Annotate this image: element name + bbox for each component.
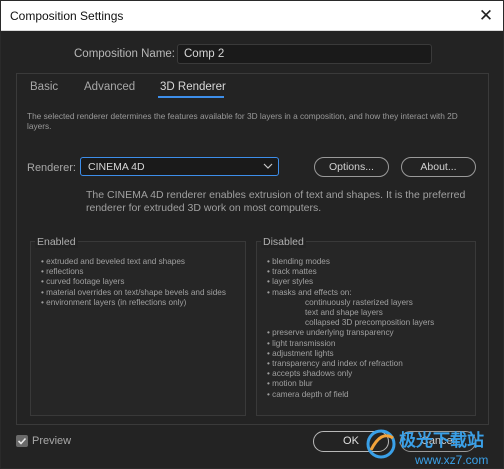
ok-button[interactable]: OK bbox=[313, 431, 389, 452]
enabled-title: Enabled bbox=[35, 236, 78, 248]
checkmark-icon bbox=[17, 437, 27, 445]
renderer-info-text: The CINEMA 4D renderer enables extrusion… bbox=[86, 189, 466, 214]
preview-label: Preview bbox=[32, 435, 72, 447]
renderer-dropdown[interactable]: CINEMA 4D bbox=[80, 157, 279, 176]
list-item: • layer styles bbox=[267, 277, 314, 287]
about-button[interactable]: About... bbox=[401, 157, 476, 177]
tab-advanced[interactable]: Advanced bbox=[84, 81, 135, 93]
list-item: • accepts shadows only bbox=[267, 369, 353, 379]
list-item: • track mattes bbox=[267, 267, 317, 277]
disabled-list: • blending modes • track mattes • layer … bbox=[267, 257, 434, 400]
list-item: • material overrides on text/shape bevel… bbox=[41, 287, 226, 297]
watermark-url: www.xz7.com bbox=[414, 453, 488, 467]
list-item: • blending modes bbox=[267, 257, 330, 266]
list-item: • camera depth of field bbox=[267, 389, 349, 399]
enabled-features-box: Enabled • extruded and beveled text and … bbox=[30, 236, 246, 416]
title-bar: Composition Settings ✕ bbox=[1, 1, 503, 31]
list-item: • environment layers (in reflections onl… bbox=[41, 297, 187, 307]
composition-name-label: Composition Name: bbox=[74, 48, 175, 60]
preview-checkbox[interactable] bbox=[16, 435, 28, 447]
list-item: collapsed 3D precomposition layers bbox=[305, 318, 435, 328]
list-item: • masks and effects on: bbox=[267, 287, 352, 297]
tab-3d-renderer[interactable]: 3D Renderer bbox=[160, 81, 226, 93]
cancel-button[interactable]: Cancel bbox=[400, 431, 476, 452]
list-item: text and shape layers bbox=[305, 308, 383, 318]
tab-basic[interactable]: Basic bbox=[30, 81, 58, 93]
chevron-down-icon bbox=[263, 163, 273, 169]
composition-settings-dialog: Composition Settings ✕ Composition Name:… bbox=[0, 0, 504, 469]
renderer-description: The selected renderer determines the fea… bbox=[27, 111, 458, 131]
active-tab-indicator bbox=[158, 96, 224, 98]
list-item: • transparency and index of refraction bbox=[267, 359, 403, 369]
close-icon[interactable]: ✕ bbox=[475, 5, 497, 27]
list-item: • reflections bbox=[41, 267, 84, 277]
list-item: • light transmission bbox=[267, 338, 336, 348]
list-item: • motion blur bbox=[267, 379, 313, 389]
list-item: • extruded and beveled text and shapes bbox=[41, 257, 185, 266]
enabled-list: • extruded and beveled text and shapes •… bbox=[41, 257, 236, 308]
renderer-label: Renderer: bbox=[27, 162, 76, 174]
disabled-title: Disabled bbox=[261, 236, 306, 248]
list-item: continuously rasterized layers bbox=[305, 297, 413, 307]
composition-name-input[interactable]: Comp 2 bbox=[177, 44, 432, 64]
list-item: • preserve underlying transparency bbox=[267, 328, 394, 338]
list-item: • curved footage layers bbox=[41, 277, 125, 287]
options-button[interactable]: Options... bbox=[314, 157, 389, 177]
renderer-selected-value: CINEMA 4D bbox=[88, 161, 145, 173]
list-item: • adjustment lights bbox=[267, 348, 334, 358]
disabled-features-box: Disabled • blending modes • track mattes… bbox=[256, 236, 476, 416]
window-title: Composition Settings bbox=[10, 9, 124, 23]
